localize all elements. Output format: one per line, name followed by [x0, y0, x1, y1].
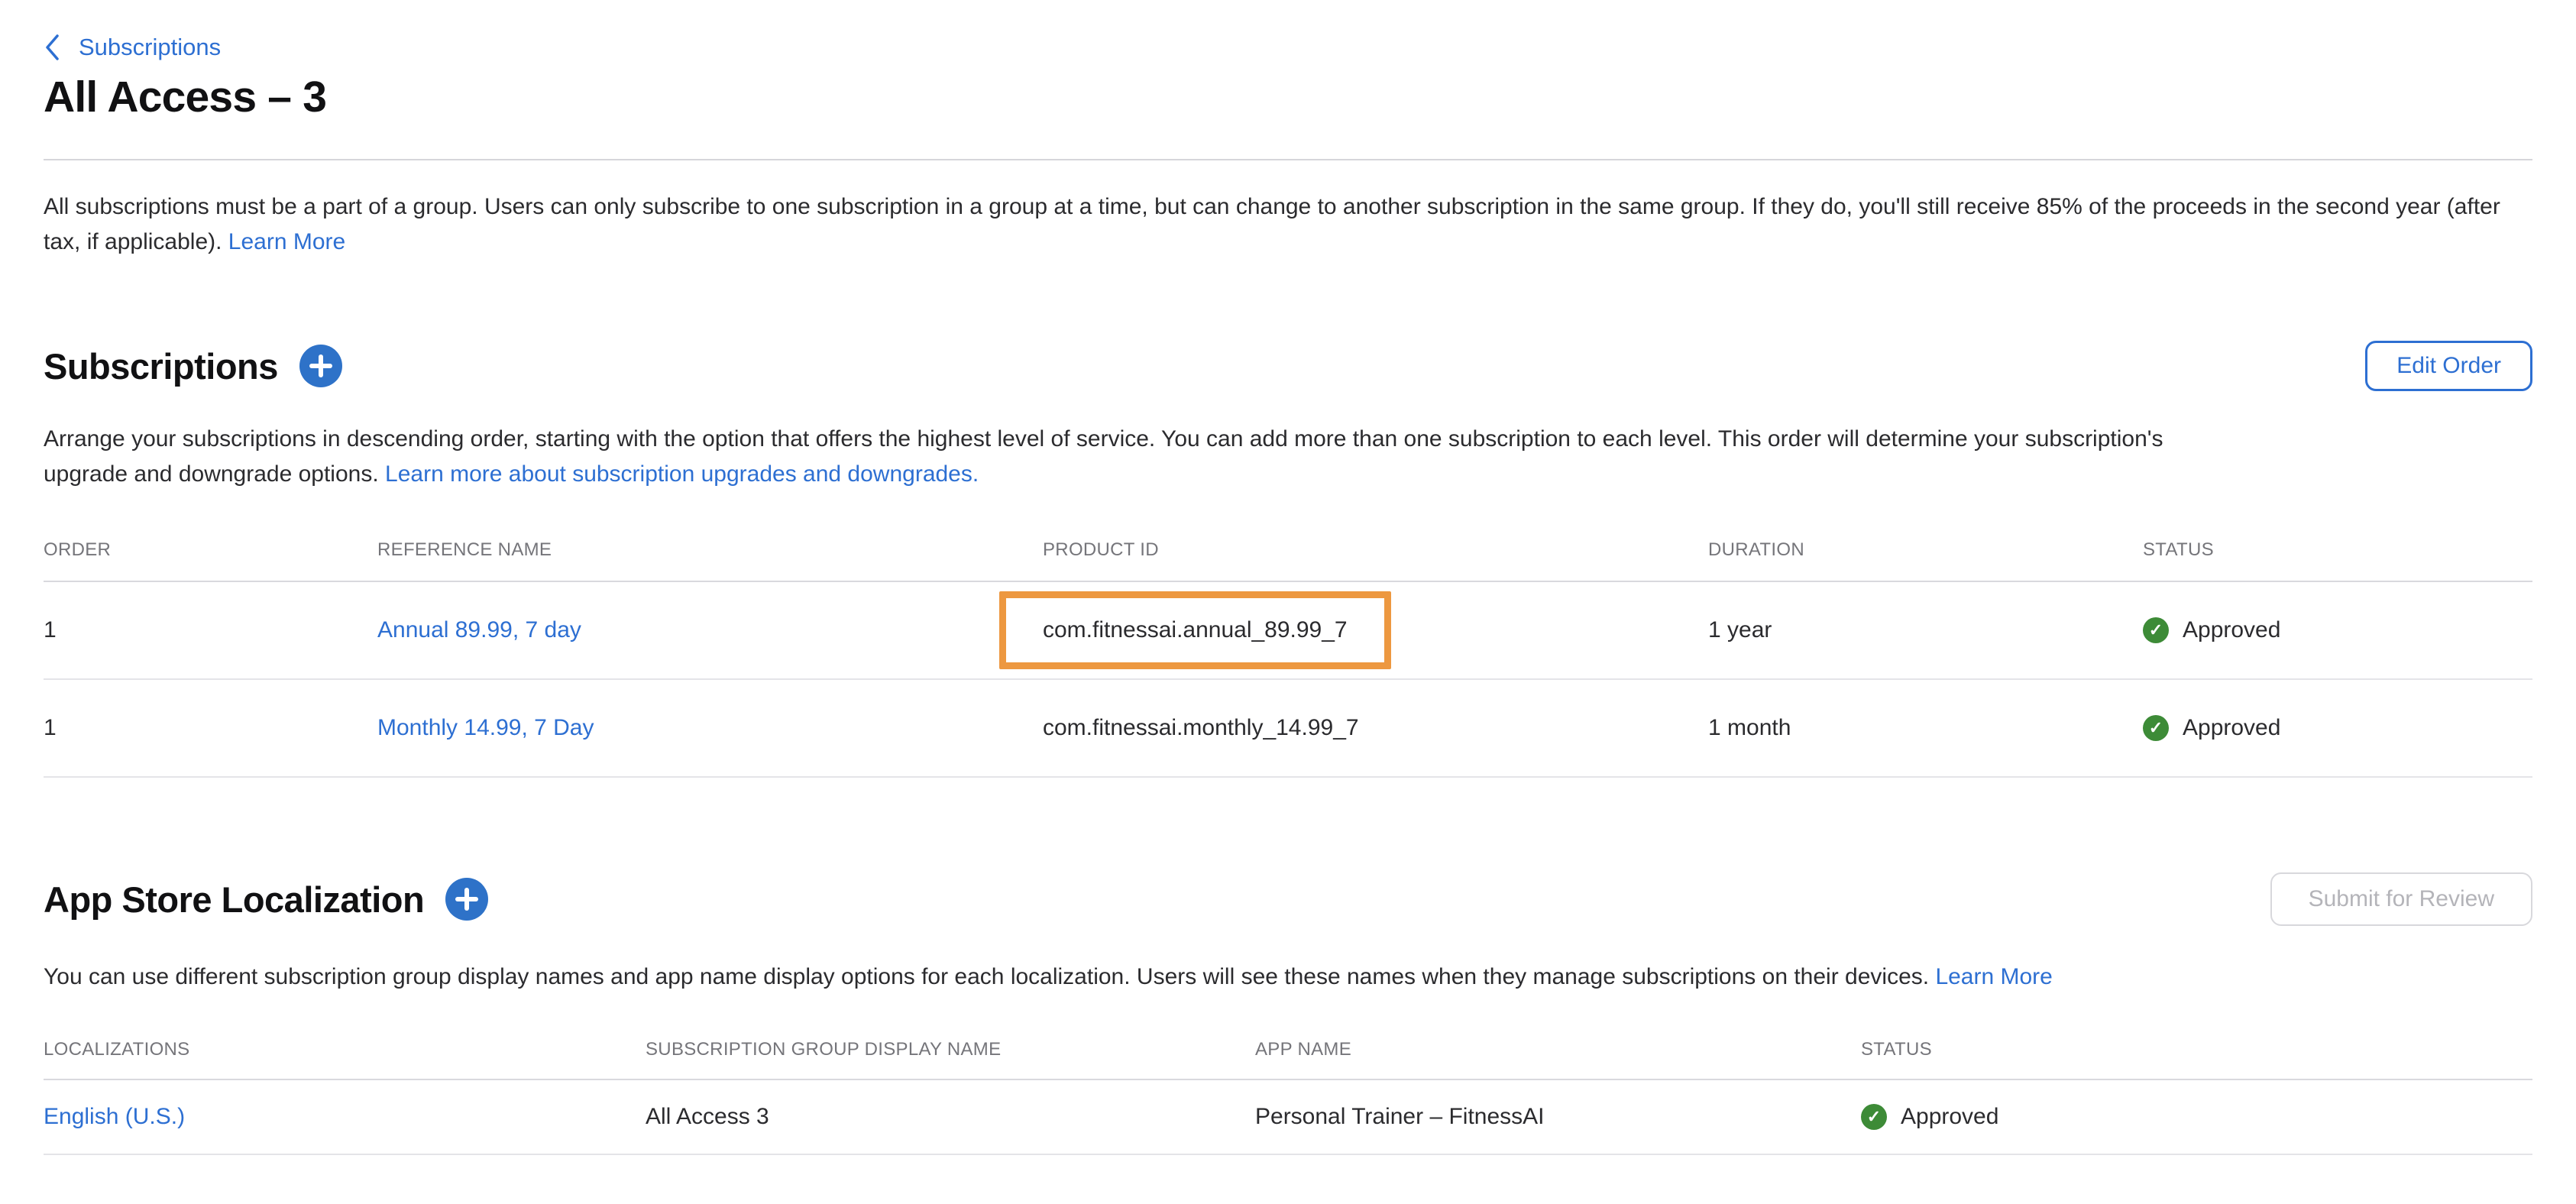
col-header-product-id: PRODUCT ID	[1043, 539, 1708, 561]
product-id-value: com.fitnessai.monthly_14.99_7	[1043, 715, 1708, 741]
breadcrumb-link-subscriptions[interactable]: Subscriptions	[79, 34, 221, 61]
add-subscription-button[interactable]	[299, 345, 342, 387]
status-label: Approved	[1901, 1104, 1998, 1130]
status-label: Approved	[2183, 715, 2280, 741]
status-badge: ✓ Approved	[2143, 715, 2532, 741]
col-header-reference-name: REFERENCE NAME	[377, 539, 1043, 561]
col-header-localizations: LOCALIZATIONS	[44, 1039, 646, 1060]
group-intro-body: All subscriptions must be a part of a gr…	[44, 194, 2500, 254]
col-header-status: STATUS	[1861, 1039, 2532, 1060]
duration-value: 1 month	[1708, 715, 2143, 741]
localization-heading: App Store Localization	[44, 878, 488, 921]
breadcrumb: Subscriptions	[44, 0, 2532, 61]
order-value: 1	[44, 617, 377, 643]
group-display-name-value: All Access 3	[646, 1104, 1255, 1130]
localization-learn-more-link[interactable]: Learn More	[1935, 964, 2052, 989]
col-header-app-name: APP NAME	[1255, 1039, 1861, 1060]
reference-name-link[interactable]: Annual 89.99, 7 day	[377, 617, 581, 642]
subscriptions-description: Arrange your subscriptions in descending…	[44, 422, 2183, 492]
table-row: 1 Monthly 14.99, 7 Day com.fitnessai.mon…	[44, 680, 2532, 778]
localization-table: LOCALIZATIONS SUBSCRIPTION GROUP DISPLAY…	[44, 1039, 2532, 1155]
subscriptions-table: ORDER REFERENCE NAME PRODUCT ID DURATION…	[44, 539, 2532, 778]
product-id-value: com.fitnessai.annual_89.99_7	[1043, 617, 1348, 642]
page-title: All Access – 3	[44, 72, 2532, 122]
subscriptions-section-header: Subscriptions Edit Order	[44, 341, 2532, 391]
subscriptions-heading: Subscriptions	[44, 345, 342, 387]
reference-name-link[interactable]: Monthly 14.99, 7 Day	[377, 715, 594, 740]
checkmark-approved-icon: ✓	[1861, 1104, 1887, 1130]
col-header-order: ORDER	[44, 539, 377, 561]
intro-learn-more-link[interactable]: Learn More	[228, 229, 345, 254]
subscriptions-table-header: ORDER REFERENCE NAME PRODUCT ID DURATION…	[44, 539, 2532, 582]
edit-order-button[interactable]: Edit Order	[2365, 341, 2532, 391]
checkmark-approved-icon: ✓	[2143, 715, 2169, 741]
plus-icon	[445, 878, 488, 921]
col-header-status: STATUS	[2143, 539, 2532, 561]
upgrades-downgrades-link[interactable]: Learn more about subscription upgrades a…	[385, 461, 979, 487]
title-divider	[44, 159, 2532, 160]
group-intro-text: All subscriptions must be a part of a gr…	[44, 189, 2532, 260]
checkmark-approved-icon: ✓	[2143, 617, 2169, 643]
status-badge: ✓ Approved	[2143, 617, 2532, 643]
localization-description: You can use different subscription group…	[44, 960, 2532, 995]
duration-value: 1 year	[1708, 617, 2143, 643]
status-label: Approved	[2183, 617, 2280, 643]
localization-link[interactable]: English (U.S.)	[44, 1104, 185, 1129]
page-content: Subscriptions All Access – 3 All subscri…	[0, 0, 2576, 1155]
submit-for-review-button[interactable]: Submit for Review	[2270, 872, 2532, 926]
col-header-group-display-name: SUBSCRIPTION GROUP DISPLAY NAME	[646, 1039, 1255, 1060]
status-badge: ✓ Approved	[1861, 1104, 2532, 1130]
table-row: 1 Annual 89.99, 7 day com.fitnessai.annu…	[44, 582, 2532, 680]
subscriptions-heading-label: Subscriptions	[44, 345, 278, 387]
col-header-duration: DURATION	[1708, 539, 2143, 561]
localization-section-header: App Store Localization Submit for Review	[44, 872, 2532, 926]
localization-description-body: You can use different subscription group…	[44, 964, 1929, 989]
app-name-value: Personal Trainer – FitnessAI	[1255, 1104, 1861, 1130]
add-localization-button[interactable]	[445, 878, 488, 921]
table-row: English (U.S.) All Access 3 Personal Tra…	[44, 1080, 2532, 1155]
subscriptions-description-body: Arrange your subscriptions in descending…	[44, 426, 2163, 487]
chevron-left-icon[interactable]	[44, 34, 60, 61]
plus-icon	[299, 345, 342, 387]
localization-table-header: LOCALIZATIONS SUBSCRIPTION GROUP DISPLAY…	[44, 1039, 2532, 1080]
localization-heading-label: App Store Localization	[44, 879, 424, 921]
order-value: 1	[44, 715, 377, 741]
highlighted-product-id: com.fitnessai.annual_89.99_7	[999, 591, 1391, 669]
